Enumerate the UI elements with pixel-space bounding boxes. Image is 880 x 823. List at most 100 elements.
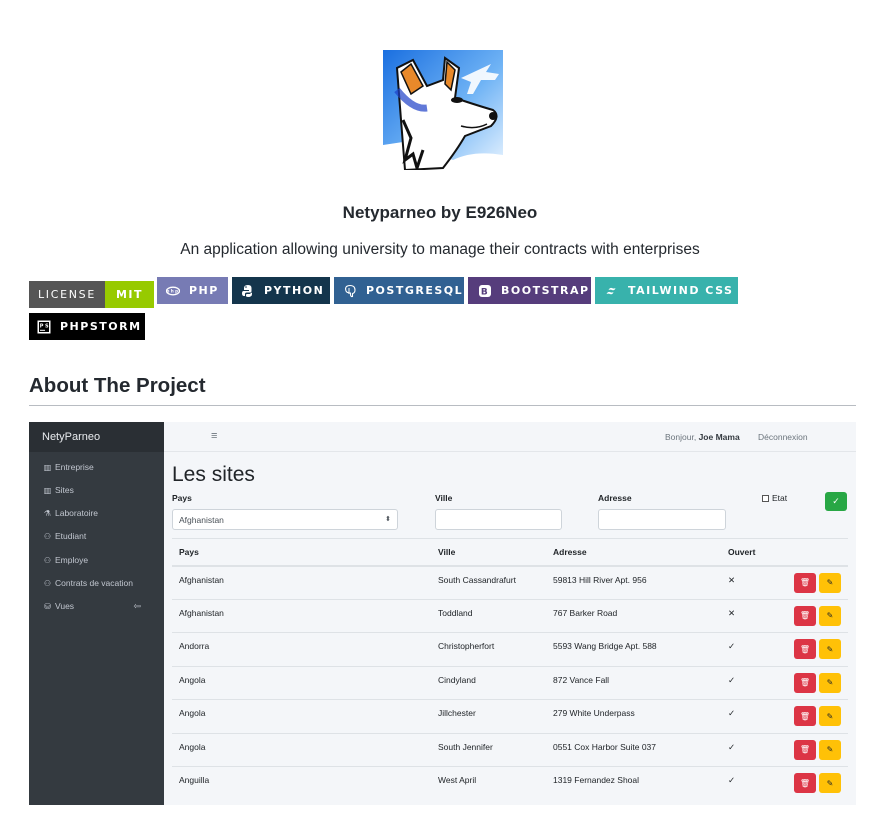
column-header-pays[interactable]: Pays xyxy=(172,538,431,567)
delete-button[interactable]: 🗑 xyxy=(794,572,816,593)
edit-button[interactable]: ✎ xyxy=(819,639,841,659)
cell-pays: Angola xyxy=(172,732,431,767)
license-badge[interactable]: LICENSE MIT xyxy=(29,281,154,308)
phpstorm-icon: PS xyxy=(37,320,51,333)
sidebar-item-laboratoire[interactable]: ⚗ Laboratoire xyxy=(43,508,98,518)
logout-link[interactable]: Déconnexion xyxy=(758,432,808,442)
cell-adresse: 872 Vance Fall xyxy=(546,665,721,700)
pencil-icon: ✎ xyxy=(826,711,834,721)
cell-ville: South Jennifer xyxy=(431,732,546,767)
checkbox-box[interactable] xyxy=(762,494,769,502)
sidebar-item-label: Sites xyxy=(55,485,74,495)
cell-ouvert: ✕ xyxy=(721,565,781,599)
cell-pays: Anguilla xyxy=(172,766,431,800)
cell-actions: 🗑 ✎ xyxy=(781,632,848,666)
delete-button[interactable]: 🗑 xyxy=(794,605,816,626)
chevron-left-icon[interactable]: ⇦ xyxy=(133,601,141,612)
pencil-icon: ✎ xyxy=(826,778,834,788)
delete-button[interactable]: 🗑 xyxy=(794,739,816,760)
bootstrap-icon: B xyxy=(479,284,491,297)
cell-adresse: 59813 Hill River Apt. 956 xyxy=(546,565,721,599)
adresse-input[interactable] xyxy=(598,509,726,530)
python-badge-label: PYTHON xyxy=(264,284,325,297)
table-row: Angola Jillchester 279 White Underpass ✓ 🗑 ✎ xyxy=(172,699,848,733)
php-badge[interactable]: php PHP xyxy=(157,277,228,304)
edit-button[interactable]: ✎ xyxy=(819,739,841,760)
cell-ouvert: ✓ xyxy=(721,632,781,666)
about-heading: About The Project xyxy=(29,374,206,397)
svg-text:B: B xyxy=(481,287,489,297)
python-badge[interactable]: PYTHON xyxy=(232,277,330,304)
table-row: Anguilla West April 1319 Fernandez Shoal ✓ 🗑… xyxy=(172,766,848,800)
sites-table: Pays Ville Adresse Ouvert Afghanistan Sou… xyxy=(172,538,848,800)
delete-button[interactable]: 🗑 xyxy=(794,773,816,793)
submit-filter-button[interactable]: ✓ xyxy=(825,492,847,511)
edit-button[interactable]: ✎ xyxy=(819,773,841,793)
sidebar-item-vues[interactable]: ⛁ Vues ⇦ xyxy=(43,601,153,612)
delete-button[interactable]: 🗑 xyxy=(794,706,816,726)
bootstrap-badge-label: BOOTSTRAP xyxy=(501,284,590,297)
edit-button[interactable]: ✎ xyxy=(819,706,841,726)
user-name: Joe Mama xyxy=(698,432,740,442)
readme-title: Netyparneo by E926Neo xyxy=(342,203,538,222)
delete-button[interactable]: 🗑 xyxy=(794,672,816,693)
php-badge-label: PHP xyxy=(189,284,219,297)
hamburger-icon[interactable]: ≡ xyxy=(211,430,217,442)
delete-button[interactable]: 🗑 xyxy=(794,639,816,659)
app-brand[interactable]: NetyParneo xyxy=(29,422,164,452)
python-icon xyxy=(242,284,252,297)
cell-actions: 🗑 ✎ xyxy=(781,598,848,633)
column-header-ouvert[interactable]: Ouvert xyxy=(721,538,781,567)
pays-select[interactable]: Afghanistan ⬍ xyxy=(172,509,398,530)
sidebar-item-etudiant[interactable]: ⚇ Etudiant xyxy=(43,531,86,541)
heading-divider xyxy=(29,405,856,406)
sidebar-item-label: Laboratoire xyxy=(55,508,99,518)
trash-icon: 🗑 xyxy=(799,778,811,788)
trash-icon: 🗑 xyxy=(799,711,811,721)
cell-pays: Afghanistan xyxy=(172,598,431,633)
cell-adresse: 767 Barker Road xyxy=(546,598,721,633)
user-greeting: Bonjour, Joe Mama xyxy=(665,432,740,442)
column-header-adresse[interactable]: Adresse xyxy=(546,538,721,567)
svg-text:PS: PS xyxy=(40,323,50,329)
page-title: Les sites xyxy=(172,463,255,486)
sidebar-item-label: Vues xyxy=(55,601,75,611)
table-row: Andorra Christopherfort 5593 Wang Bridge A… xyxy=(172,632,848,666)
topbar: ≡ Bonjour, Joe Mama Déconnexion xyxy=(164,422,856,452)
pays-select-value: Afghanistan xyxy=(179,514,224,525)
edit-button[interactable]: ✎ xyxy=(819,672,841,693)
cell-pays: Angola xyxy=(172,665,431,700)
sidebar-item-label: Employe xyxy=(55,555,89,565)
phpstorm-badge[interactable]: PS PHPSTORM xyxy=(29,313,145,340)
cell-pays: Andorra xyxy=(172,632,431,666)
sidebar-item-contrats[interactable]: ⚇ Contrats de vacation xyxy=(43,578,133,588)
users-icon: ⚇ xyxy=(43,578,52,588)
pencil-icon: ✎ xyxy=(826,644,834,654)
table-row: Angola Cindyland 872 Vance Fall ✓ 🗑 ✎ xyxy=(172,665,848,700)
check-icon: ✓ xyxy=(832,496,840,506)
cell-actions: 🗑 ✎ xyxy=(781,665,848,700)
column-header-ville[interactable]: Ville xyxy=(431,538,546,567)
cell-ouvert: ✓ xyxy=(721,699,781,733)
sidebar-item-label: Etudiant xyxy=(55,531,87,541)
postgresql-badge[interactable]: POSTGRESQL xyxy=(334,277,464,304)
svg-text:php: php xyxy=(166,288,179,293)
greeting-prefix: Bonjour, xyxy=(665,432,697,442)
sidebar-item-entreprise[interactable]: ▥ Entreprise xyxy=(43,462,94,472)
database-icon: ⛁ xyxy=(44,601,51,611)
sidebar-item-sites[interactable]: ▥ Sites xyxy=(43,485,74,495)
ville-input[interactable] xyxy=(435,509,562,530)
edit-button[interactable]: ✎ xyxy=(819,605,841,626)
tailwind-badge[interactable]: TAILWIND CSS xyxy=(595,277,738,304)
column-header-actions xyxy=(781,538,848,567)
pencil-icon: ✎ xyxy=(826,578,834,587)
edit-button[interactable]: ✎ xyxy=(819,572,841,593)
table-row: Angola South Jennifer 0551 Cox Harbor Suit… xyxy=(172,732,848,767)
flask-icon: ⚗ xyxy=(43,508,52,518)
php-icon: php xyxy=(166,286,180,295)
sidebar-item-employe[interactable]: ⚇ Employe xyxy=(43,555,88,565)
etat-checkbox[interactable]: Etat xyxy=(762,493,787,503)
cell-ouvert: ✓ xyxy=(721,665,781,700)
cell-ville: Toddland xyxy=(431,598,546,633)
bootstrap-badge[interactable]: B BOOTSTRAP xyxy=(468,277,591,304)
